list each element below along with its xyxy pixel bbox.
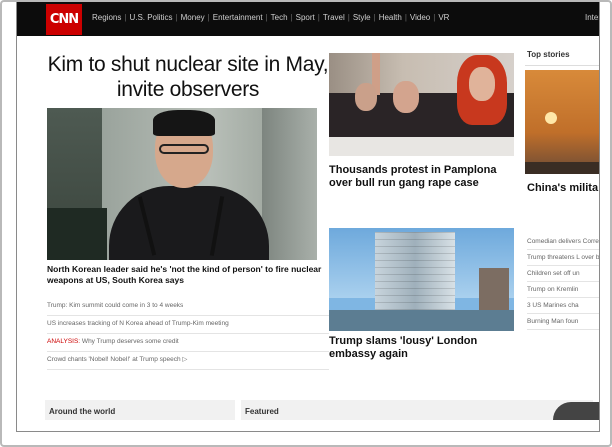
nav-item-us-politics[interactable]: U.S. Politics bbox=[126, 13, 175, 22]
nav-menu: Regions | U.S. Politics | Money | Entertain… bbox=[89, 13, 452, 22]
link-text: Trump: Kim summit could come in 3 to 4 w… bbox=[47, 302, 184, 309]
browser-viewport: CNN Regions | U.S. Politics | Money | Enter… bbox=[16, 2, 600, 432]
related-links: Trump: Kim summit could come in 3 to 4 w… bbox=[47, 298, 329, 370]
top-story-photo[interactable] bbox=[525, 70, 599, 174]
nav-item-regions[interactable]: Regions bbox=[89, 13, 124, 22]
nav-item-vr[interactable]: VR bbox=[435, 13, 452, 22]
main-headline[interactable]: Kim to shut nuclear site in May, invite … bbox=[45, 52, 331, 102]
related-link[interactable]: US increases tracking of N Korea ahead o… bbox=[47, 316, 329, 334]
related-link[interactable]: Trump: Kim summit could come in 3 to 4 w… bbox=[47, 298, 329, 316]
photo-pillar bbox=[262, 108, 317, 260]
bottom-partial-image bbox=[553, 402, 599, 420]
nav-item-health[interactable]: Health bbox=[376, 13, 405, 22]
top-story-link[interactable]: Burning Man foun bbox=[527, 314, 599, 330]
top-story-headline[interactable]: China's milita protect Taiw the motherla bbox=[527, 182, 599, 195]
embassy-story-headline[interactable]: Trump slams 'lousy' London embassy again bbox=[329, 335, 514, 361]
photo-banner bbox=[329, 137, 514, 156]
top-navbar: CNN Regions | U.S. Politics | Money | Enter… bbox=[17, 2, 599, 36]
related-link[interactable]: Crowd chants 'Nobel! Nobel!' at Trump sp… bbox=[47, 352, 329, 370]
photo-sun bbox=[545, 112, 557, 124]
link-text: Crowd chants 'Nobel! Nobel!' at Trump sp… bbox=[47, 356, 188, 363]
photo-glasses bbox=[159, 144, 209, 154]
photo-cranes bbox=[479, 268, 509, 313]
analysis-label: ANALYSIS: bbox=[47, 338, 81, 345]
photo-face bbox=[469, 67, 495, 101]
section-divider bbox=[235, 400, 241, 420]
top-stories-sidebar: Top stories bbox=[525, 50, 599, 66]
photo-land bbox=[525, 162, 599, 174]
photo-building-lines bbox=[375, 232, 455, 322]
main-story-caption[interactable]: North Korean leader said he's 'not the k… bbox=[47, 264, 329, 286]
nav-item-travel[interactable]: Travel bbox=[320, 13, 348, 22]
top-story-link[interactable]: Trump on Kremlin bbox=[527, 282, 599, 298]
photo-face bbox=[393, 81, 419, 113]
photo-person-hair bbox=[153, 110, 215, 136]
embassy-photo[interactable] bbox=[329, 228, 514, 331]
top-story-link[interactable]: Children set off un bbox=[527, 266, 599, 282]
cnn-logo[interactable]: CNN bbox=[46, 4, 82, 35]
main-story-photo[interactable] bbox=[47, 108, 317, 260]
top-story-link[interactable]: Comedian delivers Correspondents' D bbox=[527, 234, 599, 250]
protest-story-headline[interactable]: Thousands protest in Pamplona over bull … bbox=[329, 164, 514, 190]
nav-item-sport[interactable]: Sport bbox=[293, 13, 318, 22]
top-stories-links: Comedian delivers Correspondents' D Trum… bbox=[527, 234, 599, 330]
nav-item-money[interactable]: Money bbox=[178, 13, 208, 22]
link-text: Why Trump deserves some credit bbox=[80, 338, 179, 345]
photo-face bbox=[355, 83, 377, 111]
screenshot-frame: CNN Regions | U.S. Politics | Money | Enter… bbox=[0, 0, 612, 447]
nav-item-entertainment[interactable]: Entertainment bbox=[210, 13, 266, 22]
protest-photo[interactable] bbox=[329, 53, 514, 156]
nav-item-style[interactable]: Style bbox=[350, 13, 374, 22]
top-story-link[interactable]: 3 US Marines cha bbox=[527, 298, 599, 314]
link-text: US increases tracking of N Korea ahead o… bbox=[47, 320, 229, 327]
section-featured[interactable]: Featured bbox=[245, 407, 279, 416]
related-link[interactable]: ANALYSIS: Why Trump deserves some credit bbox=[47, 334, 329, 352]
nav-item-international[interactable]: Inter bbox=[585, 13, 599, 22]
top-story-link[interactable]: Trump threatens L over border secur bbox=[527, 250, 599, 266]
photo-person-suit bbox=[109, 186, 269, 260]
section-around-the-world[interactable]: Around the world bbox=[49, 407, 115, 416]
photo-water bbox=[329, 310, 514, 331]
nav-item-video[interactable]: Video bbox=[407, 13, 433, 22]
photo-shadow bbox=[47, 208, 107, 260]
nav-item-tech[interactable]: Tech bbox=[268, 13, 291, 22]
bottom-sections-bar bbox=[45, 400, 593, 420]
top-stories-title: Top stories bbox=[525, 50, 599, 66]
